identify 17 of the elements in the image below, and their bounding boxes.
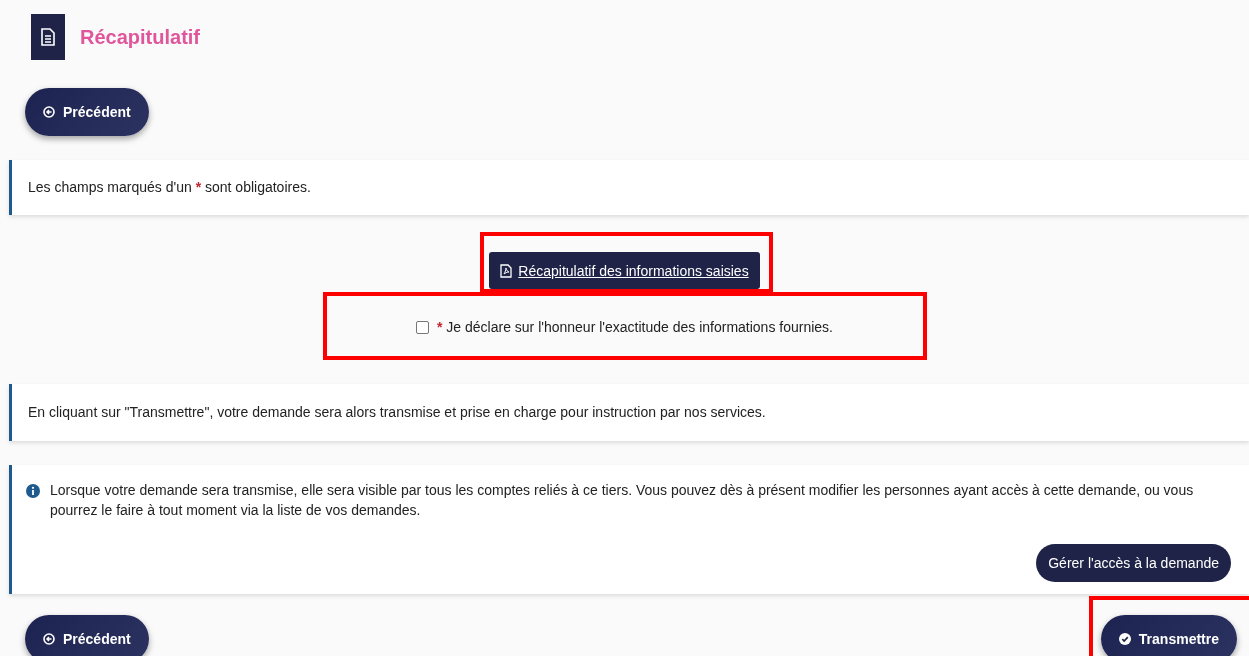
previous-button[interactable]: Précédent — [25, 615, 149, 656]
page-title: Récapitulatif — [80, 25, 201, 49]
manage-access-button[interactable]: Gérer l'accès à la demande — [1036, 544, 1231, 582]
back-arrow-icon — [43, 633, 55, 645]
declaration-checkbox[interactable] — [416, 320, 429, 334]
access-info-text: Lorsque votre demande sera transmise, elle sera visible par tous les comptes reliés à ce tiers. Vous pouvez dès à présent modifier les personnes ayant accès à cette demande, ou vous pourrez le faire à tout moment via la liste de vos demandes. — [50, 481, 1195, 520]
pdf-file-icon — [500, 263, 513, 278]
required-fields-notice: Les champs marqués d'un * sont obligatoires. — [27, 178, 312, 197]
transmit-button[interactable]: Transmettre — [1100, 615, 1237, 656]
info-icon — [26, 484, 40, 498]
transmit-notice: En cliquant sur "Transmettre", votre demande sera alors transmise et prise en charge pour instruction par nos services. — [27, 403, 767, 422]
previous-button[interactable]: Précédent — [25, 88, 149, 136]
document-icon — [41, 28, 55, 46]
check-circle-icon — [1118, 633, 1131, 645]
summary-pdf-button[interactable]: Récapitulatif des informations saisies — [489, 252, 760, 289]
back-arrow-icon — [43, 106, 55, 118]
declaration-label: * Je déclare sur l'honneur l'exactitude des informations fournies. — [437, 319, 833, 335]
